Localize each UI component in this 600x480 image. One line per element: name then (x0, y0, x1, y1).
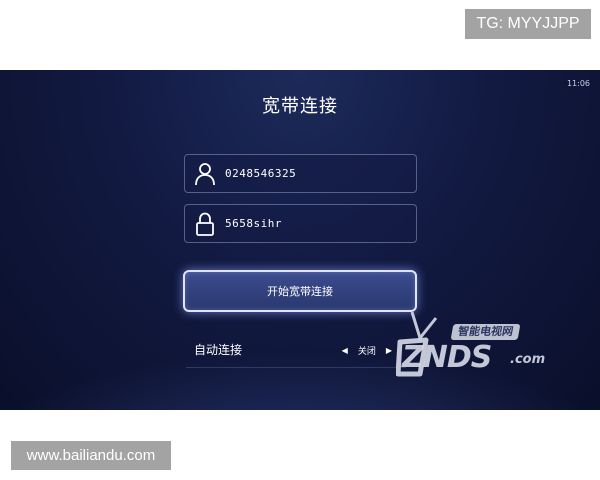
watermark-main: ZNDS (402, 340, 492, 375)
auto-connect-selector[interactable]: ◀ 关闭 ▶ (342, 332, 392, 368)
password-value: 5658sihr (225, 217, 282, 230)
site-watermark-badge: www.bailiandu.com (11, 441, 171, 470)
auto-connect-value: 关闭 (357, 346, 376, 357)
auto-connect-row[interactable]: 自动连接 ◀ 关闭 ▶ (186, 332, 406, 368)
username-field[interactable]: 0248546325 (184, 154, 417, 193)
user-icon (185, 155, 225, 192)
username-value: 0248546325 (225, 167, 297, 180)
start-connect-button[interactable]: 开始宽带连接 (183, 270, 417, 312)
page-title: 宽带连接 (262, 96, 338, 117)
watermark-tag: 智能电视网 (450, 324, 521, 340)
lock-icon (185, 205, 225, 242)
tv-screen: 11:06 宽带连接 0248546325 5658sihr 开始宽带连接 自动… (0, 70, 600, 410)
left-arrow-icon[interactable]: ◀ (342, 346, 348, 355)
znds-watermark: 智能电视网 ZNDS .com (390, 312, 590, 382)
auto-connect-label: 自动连接 (194, 343, 243, 357)
watermark-suffix: .com (510, 352, 546, 367)
clock: 11:06 (566, 79, 590, 88)
tg-watermark-badge: TG: MYYJJPP (465, 9, 591, 39)
password-field[interactable]: 5658sihr (184, 204, 417, 243)
